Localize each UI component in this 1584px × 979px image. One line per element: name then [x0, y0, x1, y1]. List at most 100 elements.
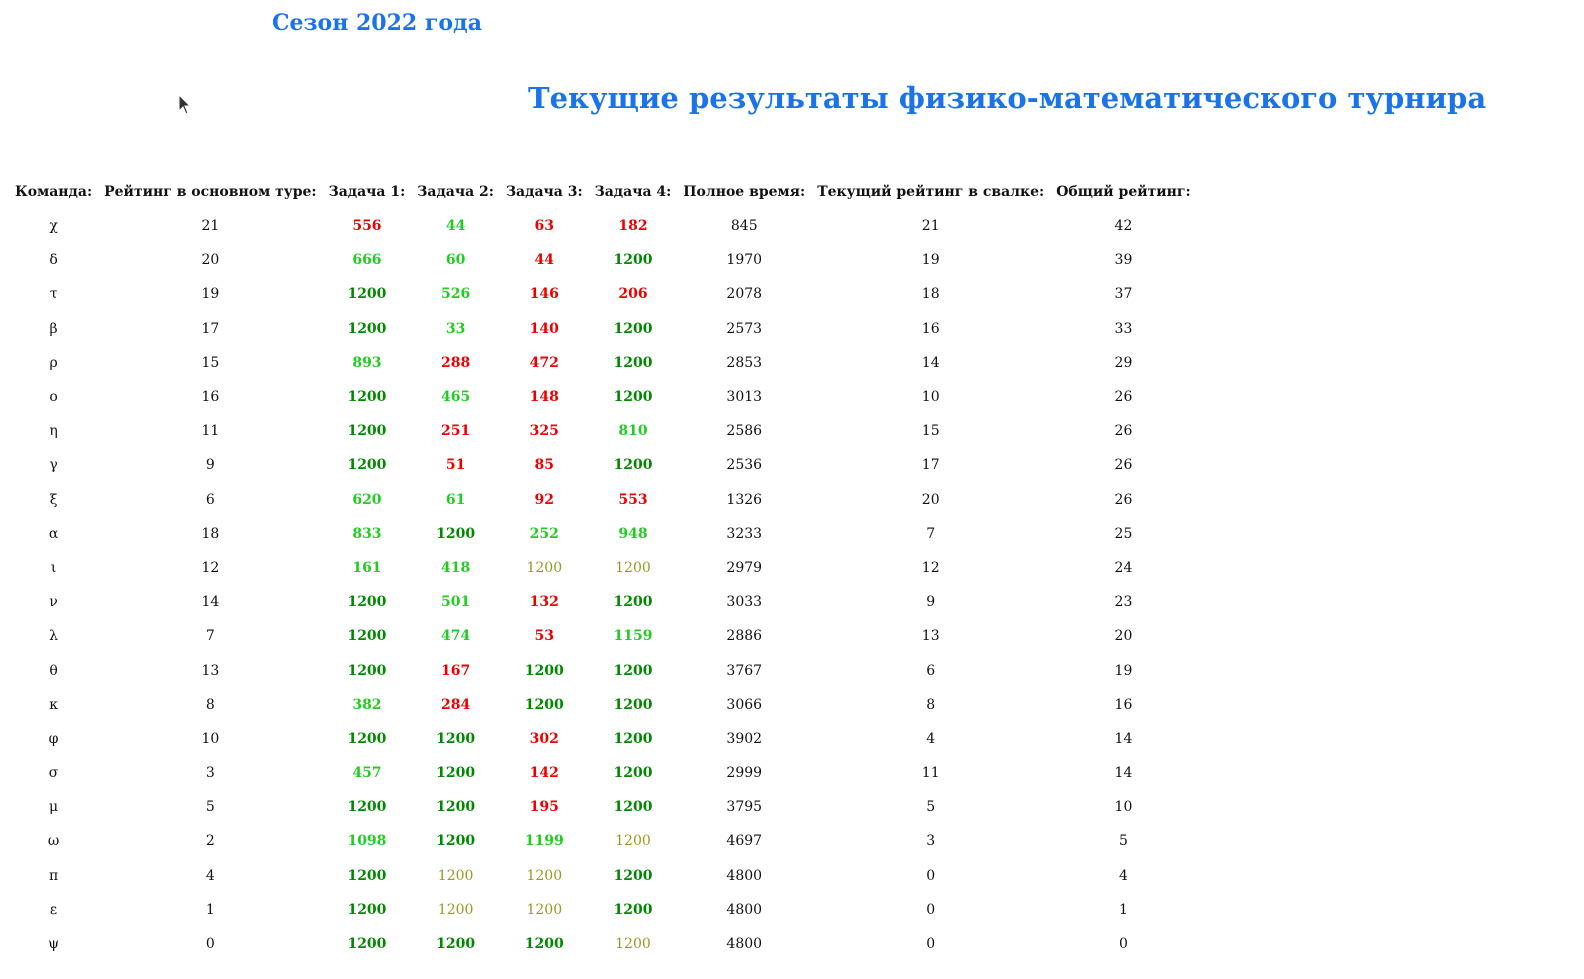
task-3-cell: 140 — [529, 320, 559, 337]
overall-rating-cell: 5 — [1118, 833, 1128, 850]
task-2-cell: 61 — [445, 491, 466, 508]
task-1-cell: 1200 — [347, 936, 387, 953]
team-cell: ξ — [49, 491, 58, 508]
task-1-cell: 1200 — [347, 730, 387, 747]
overall-rating-cell: 20 — [1114, 628, 1133, 645]
page-title: Текущие результаты физико-математическог… — [528, 81, 1487, 115]
main-rating-cell: 20 — [201, 252, 220, 269]
team-cell: ι — [50, 559, 57, 576]
overall-rating-cell: 10 — [1114, 799, 1133, 816]
task-1-cell: 1200 — [347, 594, 387, 611]
team-cell: ψ — [48, 936, 60, 953]
team-cell: β — [49, 320, 58, 337]
column-header-dump-rating: Текущий рейтинг в свалке: — [817, 184, 1045, 200]
main-rating-cell: 6 — [205, 491, 215, 508]
task-2-cell: 474 — [441, 628, 471, 645]
dump-rating-cell: 7 — [926, 525, 936, 542]
main-rating-cell: 5 — [205, 799, 215, 816]
total-time-cell: 2586 — [726, 423, 763, 440]
total-time-cell: 4800 — [726, 936, 763, 953]
task-2-cell: 51 — [445, 457, 466, 474]
main-rating-cell: 12 — [201, 559, 220, 576]
overall-rating-cell: 14 — [1114, 730, 1133, 747]
dump-rating-cell: 20 — [921, 491, 940, 508]
task-4-cell: 810 — [618, 423, 648, 440]
task-4-cell: 1200 — [613, 730, 653, 747]
overall-rating-cell: 26 — [1114, 423, 1133, 440]
task-1-cell: 833 — [352, 525, 382, 542]
table-row: κ 8 382 284 1200 1200 3066 8 16 — [9, 688, 1197, 722]
overall-rating-cell: 14 — [1114, 765, 1133, 782]
table-row: ε 1 1200 1200 1200 1200 4800 0 1 — [9, 893, 1197, 927]
task-4-cell: 1200 — [613, 389, 653, 406]
task-2-cell: 1200 — [436, 833, 476, 850]
task-2-cell: 288 — [441, 354, 471, 371]
task-1-cell: 1200 — [347, 320, 387, 337]
total-time-cell: 2078 — [726, 286, 763, 303]
team-cell: γ — [49, 457, 58, 474]
dump-rating-cell: 3 — [926, 833, 936, 850]
total-time-cell: 3795 — [726, 799, 763, 816]
task-3-cell: 302 — [529, 730, 559, 747]
team-cell: ε — [49, 901, 58, 918]
task-3-cell: 1199 — [524, 833, 564, 850]
overall-rating-cell: 0 — [1118, 936, 1128, 953]
task-3-cell: 472 — [529, 354, 559, 371]
task-4-cell: 553 — [618, 491, 648, 508]
table-row: ι 12 161 418 1200 1200 2979 12 24 — [9, 551, 1197, 585]
table-row: ν 14 1200 501 132 1200 3033 9 23 — [9, 585, 1197, 619]
total-time-cell: 3033 — [726, 594, 763, 611]
total-time-cell: 4800 — [726, 901, 763, 918]
team-cell: κ — [49, 696, 58, 713]
total-time-cell: 3233 — [726, 525, 763, 542]
dump-rating-cell: 4 — [926, 730, 936, 747]
task-3-cell: 195 — [529, 799, 559, 816]
overall-rating-cell: 42 — [1114, 218, 1133, 235]
season-link[interactable]: Сезон 2022 года — [272, 10, 482, 36]
column-header-team: Команда: — [15, 184, 93, 200]
table-row: η 11 1200 251 325 810 2586 15 26 — [9, 414, 1197, 448]
task-2-cell: 1200 — [436, 525, 476, 542]
total-time-cell: 3902 — [726, 730, 763, 747]
task-1-cell: 161 — [352, 559, 382, 576]
dump-rating-cell: 0 — [926, 867, 936, 884]
main-rating-cell: 0 — [205, 936, 215, 953]
team-cell: φ — [48, 730, 59, 747]
total-time-cell: 2886 — [726, 628, 763, 645]
overall-rating-cell: 19 — [1114, 662, 1133, 679]
table-row: τ 19 1200 526 146 206 2078 18 37 — [9, 277, 1197, 311]
main-rating-cell: 2 — [205, 833, 215, 850]
team-cell: ω — [47, 833, 60, 850]
team-cell: σ — [48, 765, 59, 782]
dump-rating-cell: 19 — [921, 252, 940, 269]
main-rating-cell: 13 — [201, 662, 220, 679]
task-1-cell: 1200 — [347, 423, 387, 440]
column-header-main-rating: Рейтинг в основном туре: — [104, 184, 317, 200]
task-1-cell: 1200 — [347, 389, 387, 406]
total-time-cell: 3013 — [726, 389, 763, 406]
table-row: μ 5 1200 1200 195 1200 3795 5 10 — [9, 790, 1197, 824]
task-4-cell: 1200 — [615, 833, 651, 850]
task-3-cell: 85 — [534, 457, 555, 474]
task-4-cell: 1159 — [613, 628, 653, 645]
task-3-cell: 148 — [529, 389, 559, 406]
task-1-cell: 1200 — [347, 286, 387, 303]
task-1-cell: 556 — [352, 218, 382, 235]
task-2-cell: 1200 — [436, 799, 476, 816]
task-3-cell: 1200 — [524, 936, 564, 953]
dump-rating-cell: 0 — [926, 936, 936, 953]
main-rating-cell: 11 — [201, 423, 220, 440]
table-row: π 4 1200 1200 1200 1200 4800 0 4 — [9, 859, 1197, 893]
dump-rating-cell: 15 — [921, 423, 940, 440]
task-4-cell: 1200 — [613, 320, 653, 337]
task-3-cell: 1200 — [524, 662, 564, 679]
overall-rating-cell: 1 — [1118, 901, 1128, 918]
task-2-cell: 167 — [441, 662, 471, 679]
results-body: χ 21 556 44 63 182 845 21 42 δ 20 666 60 44 1200 1970 19… — [9, 209, 1197, 961]
dump-rating-cell: 13 — [921, 628, 940, 645]
overall-rating-cell: 37 — [1114, 286, 1133, 303]
task-3-cell: 325 — [529, 423, 559, 440]
team-cell: α — [48, 525, 59, 542]
team-cell: λ — [49, 628, 58, 645]
total-time-cell: 3066 — [726, 696, 763, 713]
